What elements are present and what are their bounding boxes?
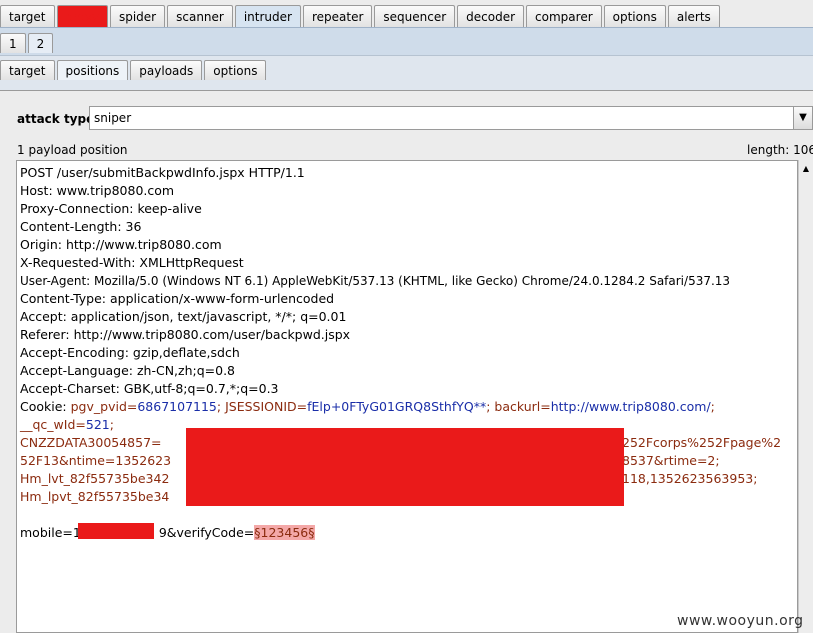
header-accept-language: Accept-Language: zh-CN,zh;q=0.8: [20, 363, 236, 378]
cookie-jsession-key: ; JSESSIONID=: [216, 399, 308, 414]
intruder-attack-tab-band: [0, 27, 813, 56]
cookie-ntime-tail: 8537&rtime=2;: [622, 453, 720, 468]
header-content-type: Content-Type: application/x-www-form-url…: [20, 291, 335, 306]
body-mobile-end: 9: [158, 525, 167, 540]
cookie-cnzz-key: CNZZDATA30054857=: [20, 435, 162, 450]
attack-type-select[interactable]: sniper: [89, 106, 794, 130]
tab-sequencer[interactable]: sequencer: [374, 5, 456, 27]
cookie-hmlvt-key: Hm_lvt_82f55735be342: [20, 471, 170, 486]
cookie-qc-end: ;: [109, 417, 114, 432]
header-content-length: Content-Length: 36: [20, 219, 142, 234]
body-verify-key: &verifyCode=: [166, 525, 255, 540]
intruder-sub-tabs: target positions payloads options: [0, 60, 268, 80]
cookie-hmlvt-tail: 118,1352623563953;: [622, 471, 758, 486]
cookie-pgv-key: pgv_pvid=: [70, 399, 138, 414]
header-x-requested-with: X-Requested-With: XMLHttpRequest: [20, 255, 244, 270]
tab-alerts[interactable]: alerts: [667, 5, 720, 27]
header-user-agent: User-Agent: Mozilla/5.0 (Windows NT 6.1)…: [20, 274, 731, 288]
redaction-cookie-block: [186, 428, 624, 506]
header-referer: Referer: http://www.trip8080.com/user/ba…: [20, 327, 351, 342]
tab-comparer[interactable]: comparer: [526, 5, 602, 27]
header-accept: Accept: application/json, text/javascrip…: [20, 309, 347, 324]
payload-position-marker[interactable]: §123456§: [254, 525, 315, 540]
editor-scrollbar[interactable]: ▲: [798, 160, 813, 633]
attack-type-label: attack type: [17, 112, 95, 126]
tab-proxy[interactable]: proxy: [56, 5, 108, 27]
cookie-ntime-key: 52F13&ntime=1352623: [20, 453, 172, 468]
cookie-pgv-value: 6867107115: [137, 399, 217, 414]
tab-positions[interactable]: positions: [56, 60, 129, 80]
redaction-mobile: [78, 523, 154, 539]
cookie-backurl-end: ;: [710, 399, 715, 414]
tab-payloads[interactable]: payloads: [130, 60, 203, 80]
payload-position-count: 1 payload position: [17, 143, 128, 157]
tab-intruder-target[interactable]: target: [0, 60, 55, 80]
header-proxy-connection: Proxy-Connection: keep-alive: [20, 201, 202, 216]
request-length: length: 1060: [747, 143, 813, 157]
cookie-hmlpvt-key: Hm_lpvt_82f55735be34: [20, 489, 170, 504]
cookie-jsession-value: fElp+0FTyG01GRQ8SthfYQ**: [307, 399, 487, 414]
header-cookie: Cookie: pgv_pvid=6867107115; JSESSIONID=…: [20, 398, 780, 416]
body-mobile-key: mobile=1: [20, 525, 81, 540]
dropdown-arrow-icon[interactable]: ▼: [793, 106, 813, 130]
cookie-backurl-value: http://www.trip8080.com/: [550, 399, 711, 414]
tab-scanner[interactable]: scanner: [167, 5, 233, 27]
request-editor[interactable]: POST /user/submitBackpwdInfo.jspx HTTP/1…: [16, 160, 798, 633]
tab-options[interactable]: options: [603, 5, 666, 27]
header-origin: Origin: http://www.trip8080.com: [20, 237, 222, 252]
tab-target[interactable]: target: [0, 5, 55, 27]
main-tab-bar: target proxy spider scanner intruder rep…: [0, 5, 722, 27]
cookie-backurl-key: ; backurl=: [486, 399, 551, 414]
tab-separator: [0, 82, 813, 91]
tab-repeater[interactable]: repeater: [302, 5, 373, 27]
cookie-cnzz-tail: 252Fcorps%252Fpage%2: [622, 435, 782, 450]
scroll-up-arrow-icon[interactable]: ▲: [799, 161, 813, 176]
tab-spider[interactable]: spider: [109, 5, 166, 27]
attack-tab-1[interactable]: 1: [0, 33, 26, 53]
header-host: Host: www.trip8080.com: [20, 183, 175, 198]
attack-number-tabs: 1 2: [0, 33, 55, 53]
request-line: POST /user/submitBackpwdInfo.jspx HTTP/1…: [20, 165, 305, 180]
watermark: www.wooyun.org: [677, 613, 804, 629]
tab-intruder-options[interactable]: options: [204, 60, 267, 80]
header-accept-encoding: Accept-Encoding: gzip,deflate,sdch: [20, 345, 240, 360]
cookie-qc-value: 521: [85, 417, 110, 432]
tab-intruder[interactable]: intruder: [234, 5, 301, 27]
cookie-qc-key: __qc_wId=: [20, 417, 86, 432]
attack-tab-2[interactable]: 2: [27, 33, 54, 53]
tab-decoder[interactable]: decoder: [457, 5, 525, 27]
cookie-label: Cookie:: [20, 399, 71, 414]
header-accept-charset: Accept-Charset: GBK,utf-8;q=0.7,*;q=0.3: [20, 381, 279, 396]
